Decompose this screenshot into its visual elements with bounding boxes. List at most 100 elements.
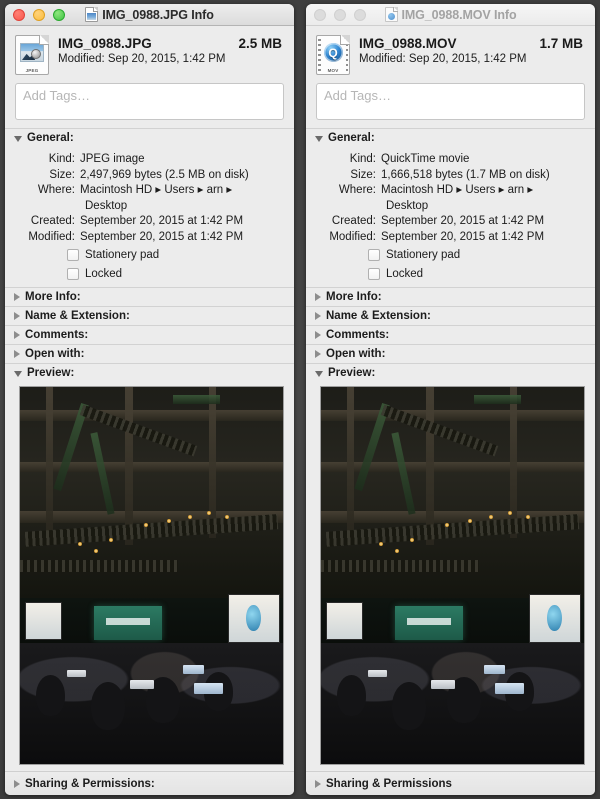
info-row-where: Where: Macintosh HD ▸ Users ▸ arn ▸ <box>5 183 286 199</box>
section-title-sharing-permissions: Sharing & Permissions: <box>25 777 155 790</box>
section-preview-jpg[interactable]: Preview: <box>5 363 294 382</box>
file-name: IMG_0988.MOV <box>359 36 457 51</box>
section-open-with-jpg[interactable]: Open with: <box>5 344 294 363</box>
zoom-button[interactable] <box>354 8 366 21</box>
titlebar-jpg[interactable]: IMG_0988.JPG Info <box>5 4 294 26</box>
disclosure-triangle-closed-icon[interactable] <box>315 293 321 301</box>
checkbox-row-locked[interactable]: Locked <box>368 264 587 283</box>
value-where: Macintosh HD ▸ Users ▸ arn ▸ <box>381 184 534 196</box>
value-kind: JPEG image <box>80 153 145 165</box>
file-header-jpg: JPEG IMG_0988.JPG 2.5 MB Modified: Sep 2… <box>5 26 294 83</box>
value-size: 1,666,518 bytes (1.7 MB on disk) <box>381 168 550 181</box>
locked-label: Locked <box>386 267 424 280</box>
section-title-general: General: <box>27 132 74 144</box>
value-modified: September 20, 2015 at 1:42 PM <box>381 230 545 243</box>
disclosure-triangle-closed-icon[interactable] <box>14 293 20 301</box>
section-comments-mov[interactable]: Comments: <box>306 325 595 344</box>
section-title-open-with: Open with: <box>326 348 386 360</box>
checkbox-row-locked[interactable]: Locked <box>67 264 286 283</box>
section-general-jpg[interactable]: General: <box>5 128 294 147</box>
file-header-mov: MOV IMG_0988.MOV 1.7 MB Modified: Sep 20… <box>306 26 595 83</box>
stationery-pad-label: Stationery pad <box>386 248 461 261</box>
section-more-info-jpg[interactable]: More Info: <box>5 287 294 306</box>
info-row-created: Created: September 20, 2015 at 1:42 PM <box>5 214 286 230</box>
section-general-mov[interactable]: General: <box>306 128 595 147</box>
close-button[interactable] <box>314 8 326 21</box>
checkbox-row-stationery-pad[interactable]: Stationery pad <box>67 245 286 264</box>
disclosure-triangle-closed-icon[interactable] <box>14 331 20 339</box>
section-comments-jpg[interactable]: Comments: <box>5 325 294 344</box>
label-created: Created: <box>30 215 75 227</box>
file-modified-value: Sep 20, 2015, 1:42 PM <box>107 53 226 65</box>
titlebar-mov[interactable]: IMG_0988.MOV Info <box>306 4 595 26</box>
tags-area-jpg: Add Tags… <box>5 83 294 128</box>
label-modified: Modified: <box>28 230 75 243</box>
desktop-background: IMG_0988.JPG Info JPEG IMG_0988.JPG 2.5 … <box>0 0 600 799</box>
minimize-button[interactable] <box>33 8 45 21</box>
file-size: 2.5 MB <box>238 36 282 51</box>
info-window-jpg[interactable]: IMG_0988.JPG Info JPEG IMG_0988.JPG 2.5 … <box>5 4 294 795</box>
section-name-extension-mov[interactable]: Name & Extension: <box>306 306 595 325</box>
label-where: Where: <box>37 184 75 196</box>
disclosure-triangle-closed-icon[interactable] <box>14 350 20 358</box>
section-sharing-permissions-mov[interactable]: Sharing & Permissions <box>306 771 595 795</box>
quicktime-document-icon <box>384 7 398 22</box>
tags-input[interactable]: Add Tags… <box>15 83 284 120</box>
disclosure-triangle-open-icon[interactable] <box>315 370 323 377</box>
disclosure-triangle-closed-icon[interactable] <box>315 350 321 358</box>
preview-image <box>320 386 585 765</box>
stationery-pad-checkbox[interactable] <box>368 248 380 261</box>
disclosure-triangle-closed-icon[interactable] <box>315 331 321 339</box>
tags-placeholder: Add Tags… <box>23 88 90 103</box>
file-modified-value: Sep 20, 2015, 1:42 PM <box>408 53 527 65</box>
value-created: September 20, 2015 at 1:42 PM <box>381 215 545 227</box>
info-window-mov[interactable]: IMG_0988.MOV Info MOV IMG_0988.MOV 1.7 M… <box>306 4 595 795</box>
section-title-name-extension: Name & Extension: <box>326 310 431 322</box>
disclosure-triangle-closed-icon[interactable] <box>315 312 321 320</box>
disclosure-triangle-open-icon[interactable] <box>315 135 323 142</box>
section-title-preview: Preview: <box>27 367 75 379</box>
value-where: Macintosh HD ▸ Users ▸ arn ▸ <box>80 184 233 196</box>
jpeg-document-icon <box>85 7 99 22</box>
value-kind: QuickTime movie <box>381 153 470 165</box>
value-where-continuation: Desktop <box>386 199 429 212</box>
section-name-extension-jpg[interactable]: Name & Extension: <box>5 306 294 325</box>
preview-content-jpg <box>5 382 294 771</box>
disclosure-triangle-open-icon[interactable] <box>14 135 22 142</box>
window-title: IMG_0988.JPG Info <box>102 7 214 22</box>
window-controls-jpg[interactable] <box>13 8 65 21</box>
section-more-info-mov[interactable]: More Info: <box>306 287 595 306</box>
file-size: 1.7 MB <box>539 36 583 51</box>
stationery-pad-checkbox[interactable] <box>67 248 79 261</box>
value-modified: September 20, 2015 at 1:42 PM <box>80 230 244 243</box>
value-created: September 20, 2015 at 1:42 PM <box>80 215 244 227</box>
mov-icon-badge: MOV <box>327 68 339 73</box>
window-controls-mov[interactable] <box>314 8 366 21</box>
section-title-comments: Comments: <box>25 329 89 341</box>
section-title-comments: Comments: <box>326 329 390 341</box>
section-preview-mov[interactable]: Preview: <box>306 363 595 382</box>
locked-checkbox[interactable] <box>67 267 79 280</box>
label-kind: Kind: <box>349 153 376 165</box>
checkbox-row-stationery-pad[interactable]: Stationery pad <box>368 245 587 264</box>
disclosure-triangle-open-icon[interactable] <box>14 370 22 377</box>
quicktime-file-icon: MOV <box>316 35 350 75</box>
disclosure-triangle-closed-icon[interactable] <box>315 779 321 788</box>
disclosure-triangle-closed-icon[interactable] <box>14 312 20 320</box>
locked-checkbox[interactable] <box>368 267 380 280</box>
section-sharing-permissions-jpg[interactable]: Sharing & Permissions: <box>5 771 294 795</box>
jpeg-file-icon: JPEG <box>15 35 49 75</box>
section-open-with-mov[interactable]: Open with: <box>306 344 595 363</box>
section-title-general: General: <box>328 132 375 144</box>
info-row-kind: Kind: JPEG image <box>5 152 286 168</box>
zoom-button[interactable] <box>53 8 65 21</box>
close-button[interactable] <box>13 8 25 21</box>
label-where: Where: <box>338 184 376 196</box>
disclosure-triangle-closed-icon[interactable] <box>14 779 20 788</box>
preview-image <box>19 386 284 765</box>
tags-input[interactable]: Add Tags… <box>316 83 585 120</box>
info-row-size: Size: 1,666,518 bytes (1.7 MB on disk) <box>306 168 587 184</box>
label-kind: Kind: <box>48 153 75 165</box>
file-modified-label: Modified: <box>58 53 105 65</box>
minimize-button[interactable] <box>334 8 346 21</box>
